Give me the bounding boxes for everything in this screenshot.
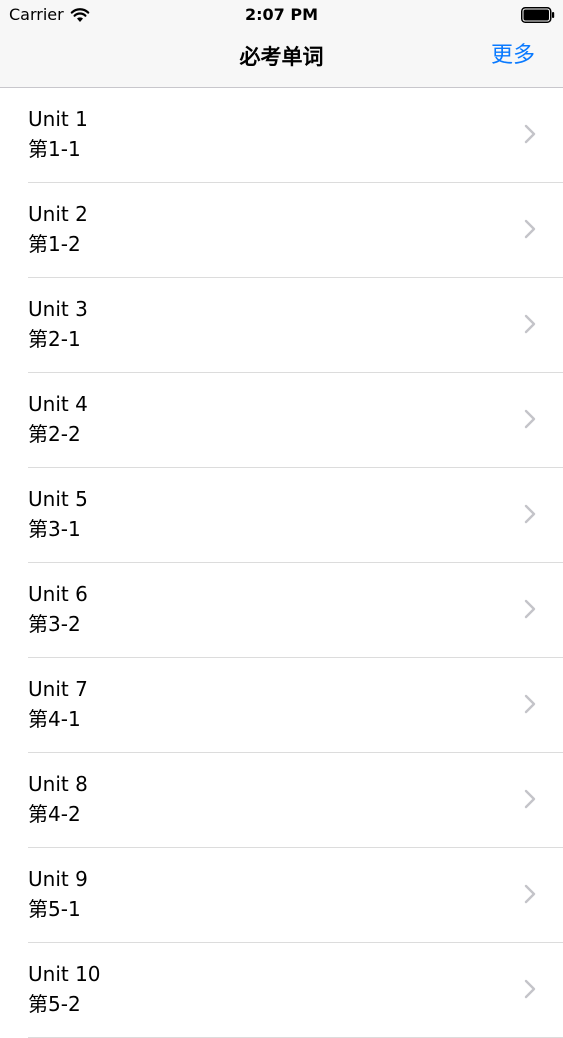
chevron-right-icon [524, 979, 536, 999]
list-item-unit-3[interactable]: Unit 3 第2-1 [0, 278, 563, 373]
list-item-subtitle: 第5-2 [28, 992, 81, 1016]
list-item-subtitle: 第2-1 [28, 327, 81, 351]
list-item-unit-4[interactable]: Unit 4 第2-2 [0, 373, 563, 468]
chevron-right-icon [524, 789, 536, 809]
unit-list: Unit 1 第1-1 Unit 2 第1-2 Unit 3 第2-1 Unit… [0, 88, 563, 1038]
status-time: 2:07 PM [244, 5, 318, 24]
chevron-right-icon [524, 599, 536, 619]
list-item-subtitle: 第4-2 [28, 802, 81, 826]
list-item-subtitle: 第3-1 [28, 517, 81, 541]
list-item-title: Unit 4 [28, 392, 88, 416]
list-item-subtitle: 第3-2 [28, 612, 81, 636]
chevron-right-icon [524, 219, 536, 239]
list-item-title: Unit 3 [28, 297, 88, 321]
list-item-unit-8[interactable]: Unit 8 第4-2 [0, 753, 563, 848]
navigation-bar: 必考单词 更多 [0, 30, 563, 88]
list-item-title: Unit 8 [28, 772, 88, 796]
list-item-unit-7[interactable]: Unit 7 第4-1 [0, 658, 563, 753]
chevron-right-icon [524, 504, 536, 524]
list-item-unit-9[interactable]: Unit 9 第5-1 [0, 848, 563, 943]
list-item-subtitle: 第5-1 [28, 897, 81, 921]
chevron-right-icon [524, 884, 536, 904]
list-item-unit-1[interactable]: Unit 1 第1-1 [0, 88, 563, 183]
list-item-title: Unit 2 [28, 202, 88, 226]
list-item-subtitle: 第2-2 [28, 422, 81, 446]
list-item-title: Unit 7 [28, 677, 88, 701]
list-item-title: Unit 9 [28, 867, 88, 891]
list-item-title: Unit 6 [28, 582, 88, 606]
status-bar: Carrier 2:07 PM [0, 0, 563, 30]
list-item-unit-5[interactable]: Unit 5 第3-1 [0, 468, 563, 563]
list-item-title: Unit 10 [28, 962, 101, 986]
page-title: 必考单词 [239, 45, 324, 69]
chevron-right-icon [524, 409, 536, 429]
list-item-title: Unit 5 [28, 487, 88, 511]
list-item-unit-2[interactable]: Unit 2 第1-2 [0, 183, 563, 278]
list-item-subtitle: 第1-2 [28, 232, 81, 256]
chevron-right-icon [524, 694, 536, 714]
chevron-right-icon [524, 314, 536, 334]
more-button[interactable]: 更多 [491, 42, 535, 70]
list-item-unit-10[interactable]: Unit 10 第5-2 [0, 943, 563, 1038]
list-item-unit-6[interactable]: Unit 6 第3-2 [0, 563, 563, 658]
battery-icon [521, 7, 555, 23]
chevron-right-icon [524, 124, 536, 144]
list-item-subtitle: 第1-1 [28, 137, 81, 161]
list-item-title: Unit 1 [28, 107, 88, 131]
list-item-subtitle: 第4-1 [28, 707, 81, 731]
